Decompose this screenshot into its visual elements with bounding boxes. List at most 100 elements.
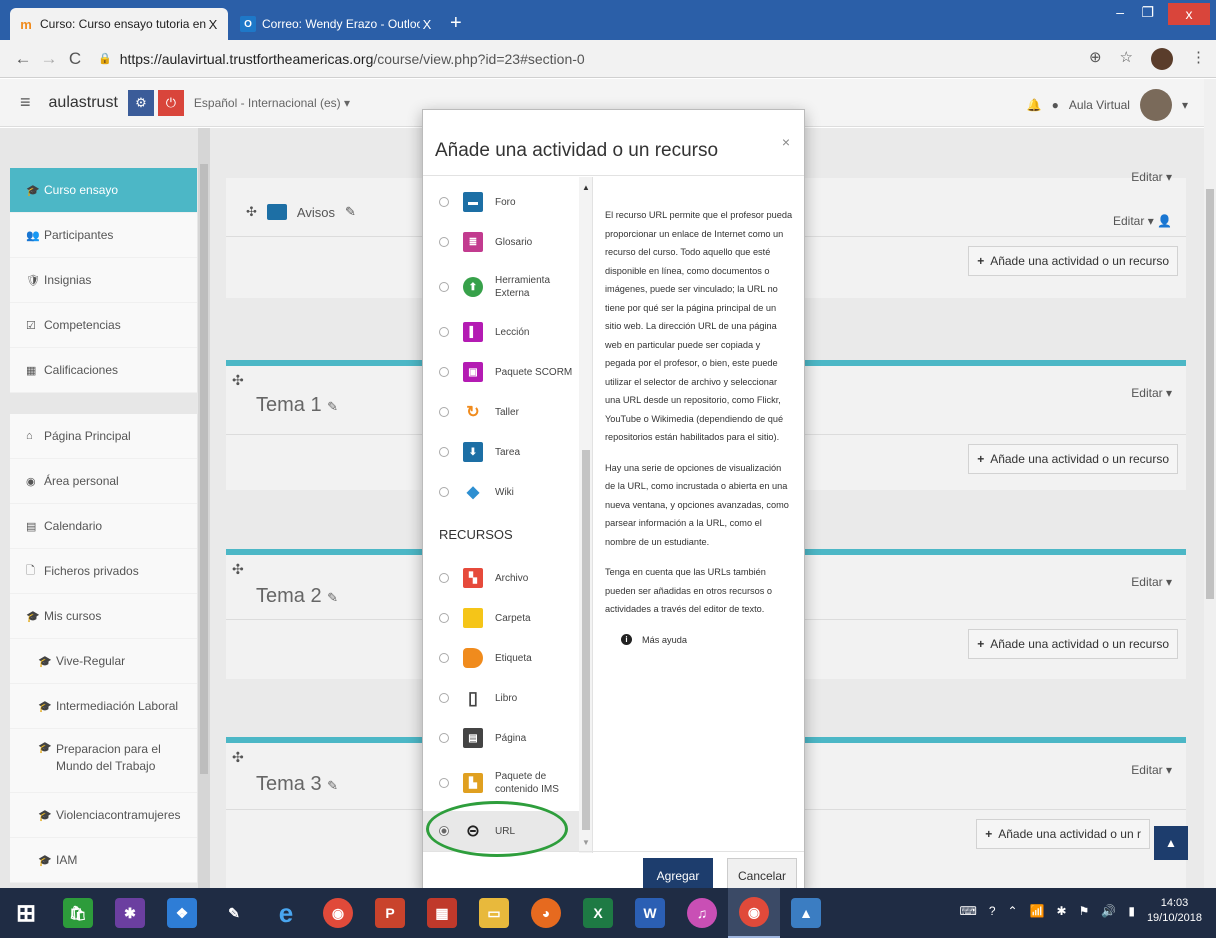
close-icon[interactable]: × xyxy=(782,134,790,150)
sidebar-item-insignias[interactable]: 🛡 Insignias xyxy=(10,258,197,303)
user-menu-caret-icon[interactable]: ▾ xyxy=(1182,98,1188,112)
hamburger-menu-icon[interactable]: ≡ xyxy=(20,92,31,113)
menu-kebab-icon[interactable]: ⋮ xyxy=(1191,48,1206,70)
url-field[interactable]: 🔒 https://aulavirtual.trustfortheamerica… xyxy=(98,51,585,67)
taskbar-chrome[interactable]: ◉ xyxy=(312,888,364,938)
network-icon[interactable]: 📶 xyxy=(1030,904,1045,918)
maximize-icon[interactable]: ❐ xyxy=(1141,4,1154,21)
move-icon[interactable]: ✣ xyxy=(232,561,244,578)
activity-edit-menu[interactable]: Editar ▾ 👤 xyxy=(1113,214,1172,228)
zoom-icon[interactable]: ⊕ xyxy=(1089,48,1102,70)
option-glosario[interactable]: ≣ Glosario xyxy=(423,225,579,259)
bookmark-star-icon[interactable]: ☆ xyxy=(1120,48,1133,70)
sidebar-item-intermediacion-laboral[interactable]: 🎓 Intermediación Laboral xyxy=(10,684,197,729)
radio-button[interactable] xyxy=(439,487,449,497)
sidebar-item-iam[interactable]: 🎓 IAM xyxy=(10,838,197,883)
taskbar-chrome-active[interactable]: ◉ xyxy=(728,888,780,938)
sidebar-item-curso-ensayo[interactable]: 🎓 Curso ensayo xyxy=(10,168,197,213)
system-clock[interactable]: 14:03 19/10/2018 xyxy=(1147,896,1202,926)
option-carpeta[interactable]: Carpeta xyxy=(423,601,579,635)
minimize-icon[interactable]: – xyxy=(1116,4,1124,20)
taskbar-dropbox[interactable]: ❖ xyxy=(156,888,208,938)
option-archivo[interactable]: ▚ Archivo xyxy=(423,561,579,595)
option-paquete-scorm[interactable]: ▣ Paquete SCORM xyxy=(423,355,579,389)
option-etiqueta[interactable]: Etiqueta xyxy=(423,641,579,675)
settings-cogs-icon[interactable]: ⚙ xyxy=(127,89,154,116)
taskbar-paint[interactable]: ✱ xyxy=(104,888,156,938)
radio-button[interactable] xyxy=(439,573,449,583)
forward-icon[interactable]: → xyxy=(36,49,62,69)
tray-overflow-icon[interactable]: ⌃ xyxy=(1008,904,1018,918)
sidebar-item-participantes[interactable]: 👥 Participantes xyxy=(10,213,197,258)
option-leccion[interactable]: ▌ Lección xyxy=(423,315,579,349)
scroll-up-icon[interactable]: ▲ xyxy=(582,183,590,192)
option-taller[interactable]: ↻ Taller xyxy=(423,395,579,429)
new-tab-button[interactable]: + xyxy=(450,12,462,35)
pencil-icon[interactable]: ✎ xyxy=(327,590,338,605)
radio-button[interactable] xyxy=(439,407,449,417)
sidebar-item-area-personal[interactable]: ◉ Área personal xyxy=(10,459,197,504)
option-url[interactable]: ⊝ URL xyxy=(423,811,579,851)
taskbar-powerpoint[interactable]: P xyxy=(364,888,416,938)
move-icon[interactable]: ✣ xyxy=(246,204,257,220)
option-foro[interactable]: ▬ Foro xyxy=(423,185,579,219)
pencil-icon[interactable]: ✎ xyxy=(327,399,338,414)
sidebar-item-calendario[interactable]: ▤ Calendario xyxy=(10,504,197,549)
taskbar-pen[interactable]: ✎ xyxy=(208,888,260,938)
battery-icon[interactable]: ▮ xyxy=(1128,904,1135,918)
taskbar-ie[interactable]: e xyxy=(260,888,312,938)
power-icon[interactable]: ⏻ xyxy=(157,89,184,116)
option-libro[interactable]: ▯ Libro xyxy=(423,681,579,715)
start-button[interactable]: ⊞ xyxy=(0,888,52,938)
option-pagina[interactable]: ▤ Página xyxy=(423,721,579,755)
back-icon[interactable]: ← xyxy=(10,49,36,69)
bluetooth-icon[interactable]: ✱ xyxy=(1057,904,1067,918)
taskbar-excel[interactable]: X xyxy=(572,888,624,938)
options-scrollbar[interactable]: ▲ ▼ xyxy=(579,177,592,853)
volume-icon[interactable]: 🔊 xyxy=(1101,904,1116,918)
radio-button[interactable] xyxy=(439,282,449,292)
add-activity-button[interactable]: + Añade una actividad o un recurso xyxy=(968,629,1178,659)
scroll-down-icon[interactable]: ▼ xyxy=(582,838,590,847)
radio-button[interactable] xyxy=(439,237,449,247)
radio-button[interactable] xyxy=(439,447,449,457)
tab-course[interactable]: m Curso: Curso ensayo tutoria en e X xyxy=(10,8,228,40)
radio-button[interactable] xyxy=(439,197,449,207)
taskbar-store[interactable]: 🛍 xyxy=(52,888,104,938)
sidebar-item-competencias[interactable]: ☑ Competencias xyxy=(10,303,197,348)
radio-button[interactable] xyxy=(439,733,449,743)
site-brand[interactable]: aulastrust xyxy=(49,94,118,112)
option-herramienta-externa[interactable]: ⬆ Herramienta Externa xyxy=(423,265,579,309)
sidebar-item-calificaciones[interactable]: ▦ Calificaciones xyxy=(10,348,197,393)
scroll-to-top-button[interactable]: ▲ xyxy=(1154,826,1188,860)
option-paquete-ims[interactable]: ▙ Paquete de contenido IMS xyxy=(423,761,579,805)
avisos-activity[interactable]: ✣ Avisos ✎ xyxy=(246,204,356,220)
move-icon[interactable]: ✣ xyxy=(232,372,244,389)
help-icon[interactable]: ? xyxy=(989,904,996,918)
profile-avatar-icon[interactable] xyxy=(1151,48,1173,70)
add-activity-button[interactable]: + Añade una actividad o un r xyxy=(976,819,1150,849)
messages-icon[interactable]: ● xyxy=(1052,98,1059,112)
flag-icon[interactable]: ⚑ xyxy=(1079,904,1090,918)
radio-button[interactable] xyxy=(439,653,449,663)
more-help-link[interactable]: i Más ayuda xyxy=(605,631,793,650)
sidebar-item-violencia[interactable]: 🎓 Violenciacontramujeres xyxy=(10,793,197,838)
sidebar-item-ficheros-privados[interactable]: 🗋 Ficheros privados xyxy=(10,549,197,594)
reload-icon[interactable]: C xyxy=(62,49,88,69)
tab-close-icon[interactable]: X xyxy=(420,17,434,32)
taskbar-calculator[interactable]: ▦ xyxy=(416,888,468,938)
radio-button[interactable] xyxy=(439,613,449,623)
edit-menu[interactable]: Editar ▾ xyxy=(1131,763,1172,777)
radio-button[interactable] xyxy=(439,778,449,788)
sidebar-item-preparacion[interactable]: 🎓 Preparacion para el Mundo del Trabajo xyxy=(10,729,197,793)
option-tarea[interactable]: ⬇ Tarea xyxy=(423,435,579,469)
taskbar-word[interactable]: W xyxy=(624,888,676,938)
keyboard-icon[interactable]: ⌨ xyxy=(960,904,977,918)
window-close-icon[interactable]: x xyxy=(1168,3,1210,25)
sidebar-scrollbar[interactable] xyxy=(198,128,210,888)
pencil-icon[interactable]: ✎ xyxy=(327,778,338,793)
move-icon[interactable]: ✣ xyxy=(232,749,244,766)
edit-menu[interactable]: Editar ▾ xyxy=(1131,575,1172,589)
radio-button[interactable] xyxy=(439,327,449,337)
language-selector[interactable]: Español - Internacional (es) ▾ xyxy=(194,96,350,110)
